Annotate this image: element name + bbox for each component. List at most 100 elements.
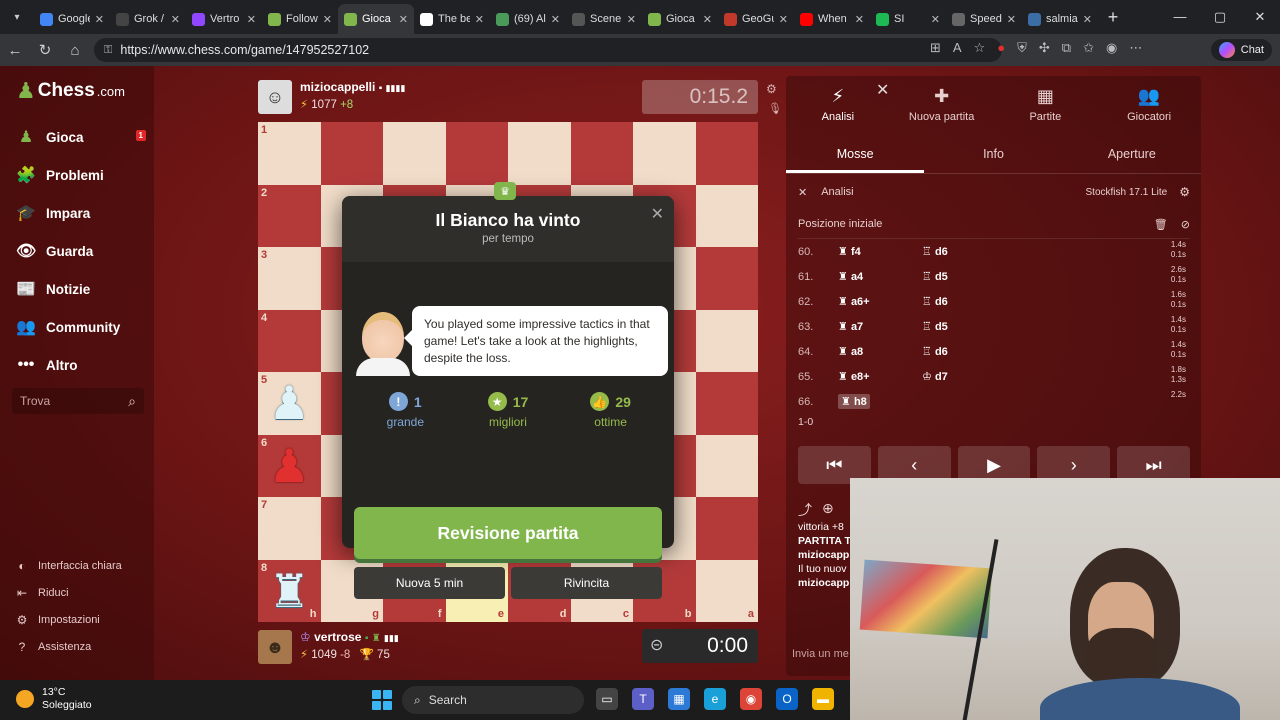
board-square[interactable]: 7 (258, 497, 321, 560)
tab-close-icon[interactable]: ✕ (1007, 13, 1016, 26)
browser-tab[interactable]: Speed ✕ (946, 4, 1022, 34)
puzzle-icon[interactable]: ✣ (1039, 40, 1050, 56)
game-review-button[interactable]: Revisione partita (354, 507, 662, 559)
sidebar-item-impara[interactable]: 🎓 Impara (0, 194, 154, 232)
board-square[interactable]: 3 (258, 247, 321, 310)
board-square[interactable]: 6 ♟ (258, 434, 321, 498)
minimize-icon[interactable]: — (1160, 0, 1200, 34)
add-position-icon[interactable]: ⊕ (822, 500, 834, 520)
store-icon[interactable]: ▦ (668, 688, 690, 710)
browser-tab[interactable]: When ✕ (794, 4, 870, 34)
tab-nuova-partita[interactable]: ✚ Nuova partita (890, 76, 994, 132)
sidebar-link[interactable]: ◐ Interfaccia chiara (14, 552, 121, 579)
chess-piece-icon[interactable]: ♟ (258, 372, 321, 435)
microphone-icon[interactable]: 🎙 (768, 102, 782, 115)
white-move[interactable]: ♜ e8+ (838, 370, 922, 383)
tab-partite[interactable]: ▦ Partite (994, 76, 1098, 132)
board-square[interactable] (695, 184, 758, 247)
tab-close-icon[interactable]: ✕ (475, 13, 484, 26)
board-square[interactable]: 5 ♟ (258, 372, 321, 435)
tab-close-icon[interactable]: ✕ (323, 13, 332, 26)
chrome-icon[interactable]: ◉ (740, 688, 762, 710)
cancel-icon[interactable]: ⊘ (1181, 219, 1190, 231)
chess-piece-icon[interactable]: ♟ (258, 435, 321, 498)
edge-icon[interactable]: e (704, 688, 726, 710)
stat-ottime[interactable]: 👍 29 ottime (566, 392, 656, 432)
white-move[interactable]: ♜ a4 (838, 270, 922, 283)
browser-tab[interactable]: Google ✕ (34, 4, 110, 34)
tab-close-icon[interactable]: ✕ (95, 13, 104, 26)
close-window-icon[interactable]: ✕ (1240, 0, 1280, 34)
browser-tab[interactable]: SI ✕ (870, 4, 946, 34)
sidebar-item-community[interactable]: 👥 Community (0, 308, 154, 346)
trash-icon[interactable]: 🗑 (1154, 219, 1168, 231)
sidebar-link[interactable]: ⚙ Impostazioni (14, 606, 122, 633)
board-square[interactable]: 2 (258, 184, 321, 247)
subtab-mosse[interactable]: Mosse (786, 136, 925, 173)
board-square[interactable] (445, 122, 508, 185)
outlook-icon[interactable]: O (776, 688, 798, 710)
chess-logo[interactable]: ♟ Chess .com (16, 78, 125, 104)
white-move[interactable]: ♜ f4 (838, 245, 922, 258)
black-move[interactable]: ♔ d7 (922, 370, 1006, 383)
tab-close-icon[interactable]: ✕ (627, 13, 636, 26)
board-square[interactable] (695, 497, 758, 560)
new-tab-button[interactable]: + (1098, 7, 1128, 28)
board-square[interactable]: 1 (258, 122, 321, 185)
top-player-name[interactable]: miziocappelli ▪ ▮▮▮▮ (300, 80, 405, 94)
tab-close-icon[interactable]: ✕ (779, 13, 788, 26)
tab-close-icon[interactable]: ✕ (399, 13, 408, 26)
board-square[interactable] (508, 122, 571, 185)
browser-tab[interactable]: The be ✕ (414, 4, 490, 34)
black-move[interactable]: ♖ d5 (922, 320, 1006, 333)
board-square[interactable] (383, 122, 446, 185)
sidebar-link[interactable]: ⇤ Riduci (14, 579, 122, 606)
white-move[interactable]: ♜ a8 (838, 345, 922, 358)
player-name[interactable]: miziocappelli (300, 80, 375, 94)
engine-settings-icon[interactable]: ⚙ (1179, 185, 1190, 199)
board-square[interactable] (695, 247, 758, 310)
stat-migliori[interactable]: ★ 17 migliori (463, 392, 553, 432)
close-icon[interactable]: ✕ (876, 80, 889, 100)
search-input[interactable] (20, 394, 110, 408)
browser-tab[interactable]: Gioca ✕ (642, 4, 718, 34)
tab-giocatori[interactable]: 👥 Giocatori (1097, 76, 1201, 132)
sidebar-link[interactable]: ? Assistenza (14, 633, 122, 660)
settings-gear-icon[interactable]: ⚙ (766, 82, 777, 96)
read-aloud-icon[interactable]: A (953, 40, 962, 56)
close-analysis-icon[interactable]: ✕ (798, 186, 807, 199)
white-move[interactable]: ♜ a7 (838, 320, 922, 333)
home-icon[interactable]: ⌂ (60, 42, 90, 59)
tab-close-icon[interactable]: ✕ (247, 13, 256, 26)
tab-close-icon[interactable]: ✕ (1083, 13, 1092, 26)
taskbar-search[interactable]: ⌕ Search (402, 686, 584, 714)
rematch-button[interactable]: Rivincita (511, 567, 662, 599)
copilot-chat-button[interactable]: Chat (1210, 39, 1272, 61)
weather-widget[interactable]: 13°C Soleggiato (16, 686, 92, 712)
tab-close-icon[interactable]: ✕ (703, 13, 712, 26)
black-move[interactable]: ♖ d5 (922, 270, 1006, 283)
shield-icon[interactable]: ⛨ (1017, 40, 1027, 56)
apps-icon[interactable]: ⊞ (930, 40, 941, 56)
tab-list-chevron-icon[interactable]: ▾ (0, 0, 34, 34)
avatar[interactable]: ☻ (258, 630, 292, 664)
sidebar-item-problemi[interactable]: 🧩 Problemi (0, 156, 154, 194)
tab-close-icon[interactable]: ✕ (931, 13, 940, 26)
back-icon[interactable]: ← (0, 42, 30, 59)
player-name[interactable]: vertrose (314, 630, 361, 644)
stat-grande[interactable]: ! 1 grande (360, 392, 450, 432)
board-square[interactable] (320, 122, 383, 185)
browser-tab[interactable]: Vertro ✕ (186, 4, 262, 34)
close-icon[interactable]: ✕ (651, 204, 664, 224)
chess-piece-icon[interactable]: ♜ (258, 560, 321, 623)
tab-close-icon[interactable]: ✕ (171, 13, 180, 26)
avatar[interactable]: ☺ (258, 80, 292, 114)
browser-tab[interactable]: Grok / ✕ (110, 4, 186, 34)
browser-tab[interactable]: salmia ✕ (1022, 4, 1098, 34)
share-icon[interactable]: ⤴ (798, 500, 812, 520)
sidebar-item-altro[interactable]: ••• Altro (0, 346, 154, 384)
black-move[interactable]: ♖ d6 (922, 245, 1006, 258)
more-menu-icon[interactable]: ⋯ (1129, 40, 1142, 56)
profile-icon[interactable]: ◉ (1106, 40, 1117, 56)
sidebar-item-notizie[interactable]: 📰 Notizie (0, 270, 154, 308)
